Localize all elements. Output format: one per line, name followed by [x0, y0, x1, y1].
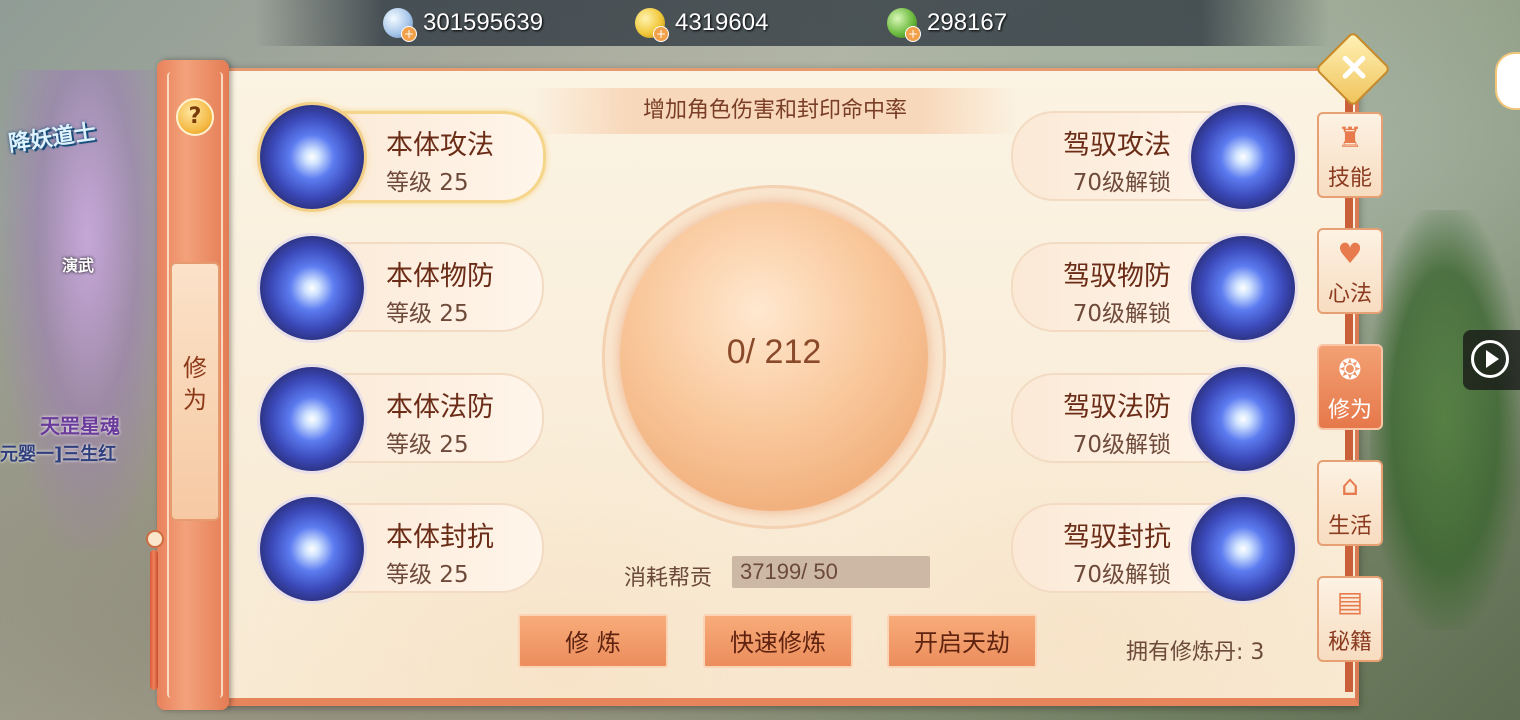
tab-life[interactable]: ⌂ 生活: [1317, 460, 1383, 546]
tab-mind-method[interactable]: ♥ 心法: [1317, 228, 1383, 314]
unlock-level: 70级解锁: [1072, 562, 1171, 588]
silver-coin-icon: +: [383, 8, 417, 42]
background-name-label: 元婴一]三生红: [0, 444, 117, 465]
currency-gold[interactable]: + 4319604: [635, 6, 769, 42]
orb-skill-icon: [1191, 497, 1295, 601]
skill-mount-attack[interactable]: 驾驭攻法 70级解锁: [1005, 105, 1295, 209]
orb-skill-icon: [260, 497, 364, 601]
description-banner: 增加角色伤害和封印命中率: [530, 88, 1020, 134]
unlock-level: 70级解锁: [1072, 301, 1171, 327]
tab-skills[interactable]: ♜ 技能: [1317, 112, 1383, 198]
cultivation-icon: ❂: [1338, 353, 1362, 386]
orb-skill-icon: [260, 105, 364, 209]
cultivate-button[interactable]: 修 炼: [518, 614, 668, 668]
skill-name: 驾驭封抗: [1063, 522, 1171, 553]
silver-amount: 301595639: [423, 9, 544, 36]
tab-secret-book[interactable]: ▤ 秘籍: [1317, 576, 1383, 662]
tab-label: 秘籍: [1327, 630, 1372, 655]
skill-name: 本体攻法: [386, 130, 494, 161]
skill-body-seal-resist[interactable]: 本体封抗 等级 25: [260, 497, 550, 601]
skill-name: 本体法防: [386, 392, 494, 423]
side-title-tag: 修 为: [170, 262, 220, 521]
orb-skill-icon: [1191, 105, 1295, 209]
tab-label: 心法: [1327, 282, 1372, 307]
skill-mount-phys-def[interactable]: 驾驭物防 70级解锁: [1005, 236, 1295, 340]
tab-label: 生活: [1327, 514, 1372, 539]
progress-orb: 0/ 212: [620, 203, 928, 511]
orb-skill-icon: [260, 236, 364, 340]
cost-label: 消耗帮贡: [624, 566, 713, 591]
side-title: 修 为: [183, 354, 207, 414]
background-title-label: 天罡星魂: [40, 414, 120, 438]
skill-name: 驾驭法防: [1063, 392, 1171, 423]
tab-label: 修为: [1327, 398, 1372, 423]
add-icon[interactable]: +: [401, 26, 417, 42]
skill-body-magic-def[interactable]: 本体法防 等级 25: [260, 367, 550, 471]
open-tribulation-button[interactable]: 开启天劫: [887, 614, 1037, 668]
skill-mount-seal-resist[interactable]: 驾驭封抗 70级解锁: [1005, 497, 1295, 601]
tab-cultivation[interactable]: ❂ 修为: [1317, 344, 1383, 430]
currency-jade[interactable]: + 298167: [887, 6, 1008, 42]
currency-silver[interactable]: + 301595639: [383, 6, 544, 42]
skill-level: 等级 25: [386, 301, 469, 327]
skill-level: 等级 25: [386, 432, 469, 458]
cost-value: 37199/ 50: [732, 556, 930, 588]
skill-name: 驾驭物防: [1063, 261, 1171, 292]
jade-coin-icon: +: [887, 8, 921, 42]
skill-name: 驾驭攻法: [1063, 130, 1171, 161]
unlock-level: 70级解锁: [1072, 170, 1171, 196]
play-icon: [1471, 340, 1509, 378]
currency-bar: + 301595639 + 4319604 + 298167: [255, 0, 1330, 46]
progress-text: 0/ 212: [726, 333, 822, 371]
skill-icon: ♜: [1337, 121, 1363, 154]
skill-level: 等级 25: [386, 170, 469, 196]
orb-skill-icon: [1191, 367, 1295, 471]
orb-skill-icon: [1191, 236, 1295, 340]
orb-skill-icon: [260, 367, 364, 471]
skill-name: 本体封抗: [386, 522, 494, 553]
mind-method-icon: ♥: [1337, 237, 1363, 270]
add-icon[interactable]: +: [905, 26, 921, 42]
life-icon: ⌂: [1341, 469, 1359, 502]
skill-mount-magic-def[interactable]: 驾驭法防 70级解锁: [1005, 367, 1295, 471]
help-button[interactable]: ?: [176, 98, 214, 136]
tab-label: 技能: [1327, 166, 1372, 191]
progress-orb-frame: 0/ 212: [602, 185, 946, 529]
add-icon[interactable]: +: [653, 26, 669, 42]
tassel-decoration: [138, 520, 168, 700]
background-tag-label: 演武: [62, 256, 95, 275]
skill-level: 等级 25: [386, 562, 469, 588]
gold-amount: 4319604: [675, 9, 769, 36]
skill-name: 本体物防: [386, 261, 494, 292]
event-badge[interactable]: [1495, 52, 1520, 110]
video-play-button[interactable]: [1463, 330, 1520, 390]
skill-body-phys-def[interactable]: 本体物防 等级 25: [260, 236, 550, 340]
skill-body-attack[interactable]: 本体攻法 等级 25: [260, 105, 550, 209]
pill-count: 拥有修炼丹: 3: [1126, 640, 1265, 665]
quick-cultivate-button[interactable]: 快速修炼: [703, 614, 853, 668]
secret-book-icon: ▤: [1336, 585, 1364, 618]
gold-coin-icon: +: [635, 8, 669, 42]
background-tree: [1370, 210, 1520, 630]
unlock-level: 70级解锁: [1072, 432, 1171, 458]
jade-amount: 298167: [927, 9, 1008, 36]
